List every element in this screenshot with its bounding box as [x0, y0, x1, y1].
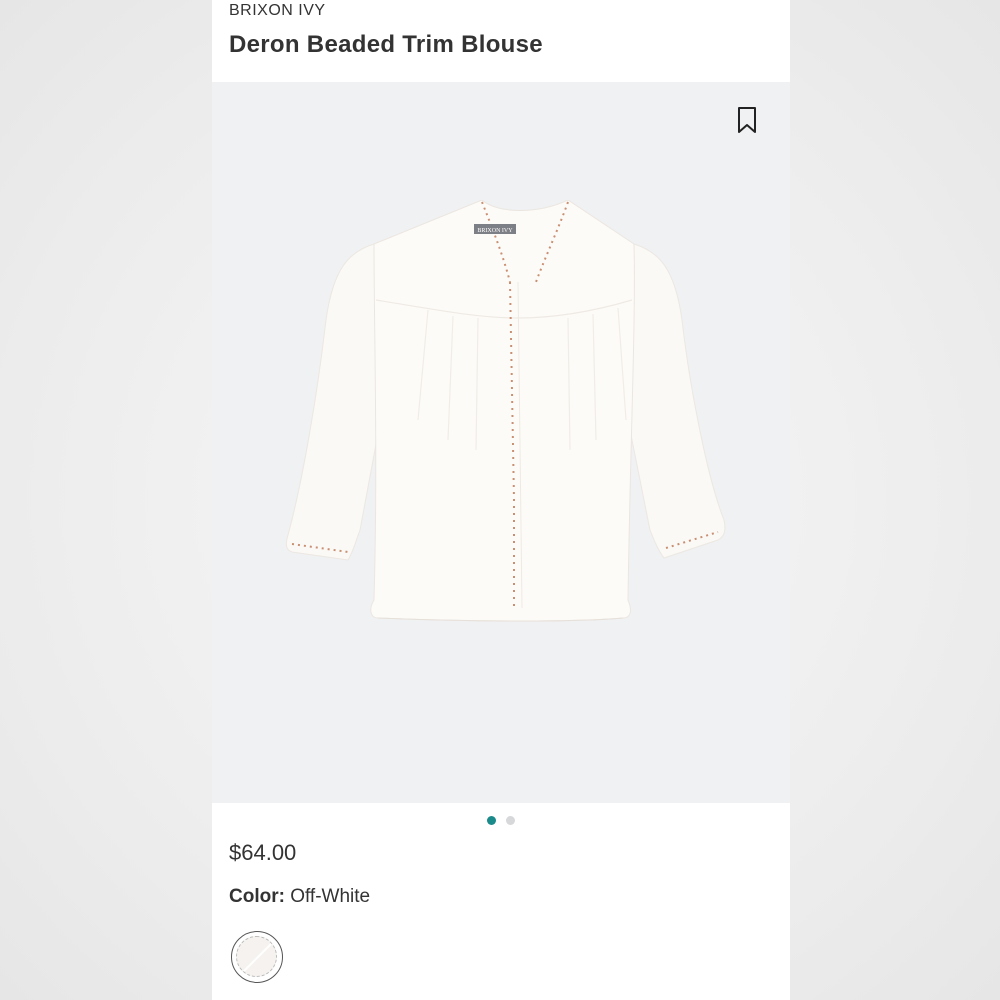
color-swatch-off-white[interactable] — [231, 931, 283, 983]
product-card: BRIXON IVY Deron Beaded Trim Blouse BRIX… — [212, 0, 790, 1000]
product-title: Deron Beaded Trim Blouse — [229, 31, 543, 58]
pagination-dot-2[interactable] — [506, 816, 515, 825]
product-image: BRIXON IVY — [285, 200, 726, 622]
bookmark-icon[interactable] — [736, 106, 758, 134]
swatch-pattern — [242, 942, 273, 973]
swatch-fill — [236, 936, 277, 977]
right-sleeve — [619, 243, 726, 559]
left-sleeve — [285, 243, 389, 561]
gallery-pagination — [212, 816, 790, 826]
product-image-gallery[interactable]: BRIXON IVY — [212, 82, 790, 803]
garment-tag-text: BRIXON IVY — [477, 228, 513, 234]
brand-name[interactable]: BRIXON IVY — [229, 2, 326, 20]
color-selector-label: Color: Off-White — [229, 886, 370, 908]
pagination-dot-1[interactable] — [487, 816, 496, 825]
color-value: Off-White — [290, 886, 371, 907]
product-price: $64.00 — [229, 840, 297, 865]
color-label: Color: — [229, 886, 285, 907]
